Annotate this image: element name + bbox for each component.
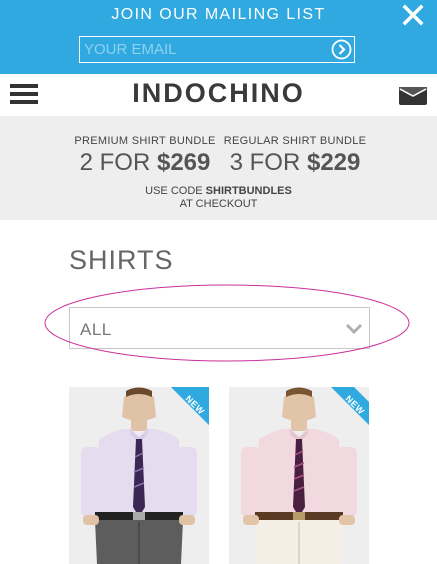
site-header: INDOCHINO [0, 74, 437, 116]
bundle-qty: 3 FOR [229, 149, 307, 176]
close-icon[interactable] [401, 3, 425, 27]
promo-banner: PREMIUM SHIRT BUNDLE 2 FOR $269 REGULAR … [0, 116, 437, 220]
page-title: SHIRTS [69, 245, 174, 275]
new-badge-ribbon [331, 387, 369, 425]
bundle-qty: 2 FOR [79, 149, 157, 176]
mailing-list-bar: JOIN OUR MAILING LIST [0, 0, 437, 74]
premium-bundle-offer: PREMIUM SHIRT BUNDLE 2 FOR $269 [72, 135, 218, 177]
promo-code-suffix: AT CHECKOUT [179, 198, 258, 210]
email-field-wrapper [79, 36, 355, 63]
bundle-price-line: 3 FOR $229 [222, 149, 368, 177]
new-badge-ribbon [171, 387, 209, 425]
mailing-list-title: JOIN OUR MAILING LIST [111, 6, 326, 23]
bundle-price: $269 [156, 149, 211, 176]
bundle-label: REGULAR SHIRT BUNDLE [223, 135, 367, 147]
site-logo[interactable]: INDOCHINO [0, 78, 437, 109]
promo-code: SHIRTBUNDLES [205, 185, 292, 197]
chevron-down-icon [345, 322, 363, 335]
email-field[interactable] [84, 40, 324, 59]
regular-bundle-offer: REGULAR SHIRT BUNDLE 3 FOR $229 [222, 135, 368, 177]
promo-code-text: USE CODE SHIRTBUNDLES AT CHECKOUT [0, 185, 437, 211]
product-card[interactable]: NEW [229, 387, 369, 564]
bundle-label: PREMIUM SHIRT BUNDLE [74, 135, 216, 147]
filter-selected-value: ALL [80, 320, 112, 339]
cart-icon[interactable] [398, 84, 428, 106]
product-card[interactable]: NEW [69, 387, 209, 564]
bundle-price-line: 2 FOR $269 [72, 149, 218, 177]
promo-code-prefix: USE CODE [145, 185, 206, 197]
bundle-price: $229 [306, 149, 361, 176]
arrow-circle-right-icon[interactable] [331, 39, 352, 60]
category-filter-select[interactable]: ALL [69, 307, 370, 349]
